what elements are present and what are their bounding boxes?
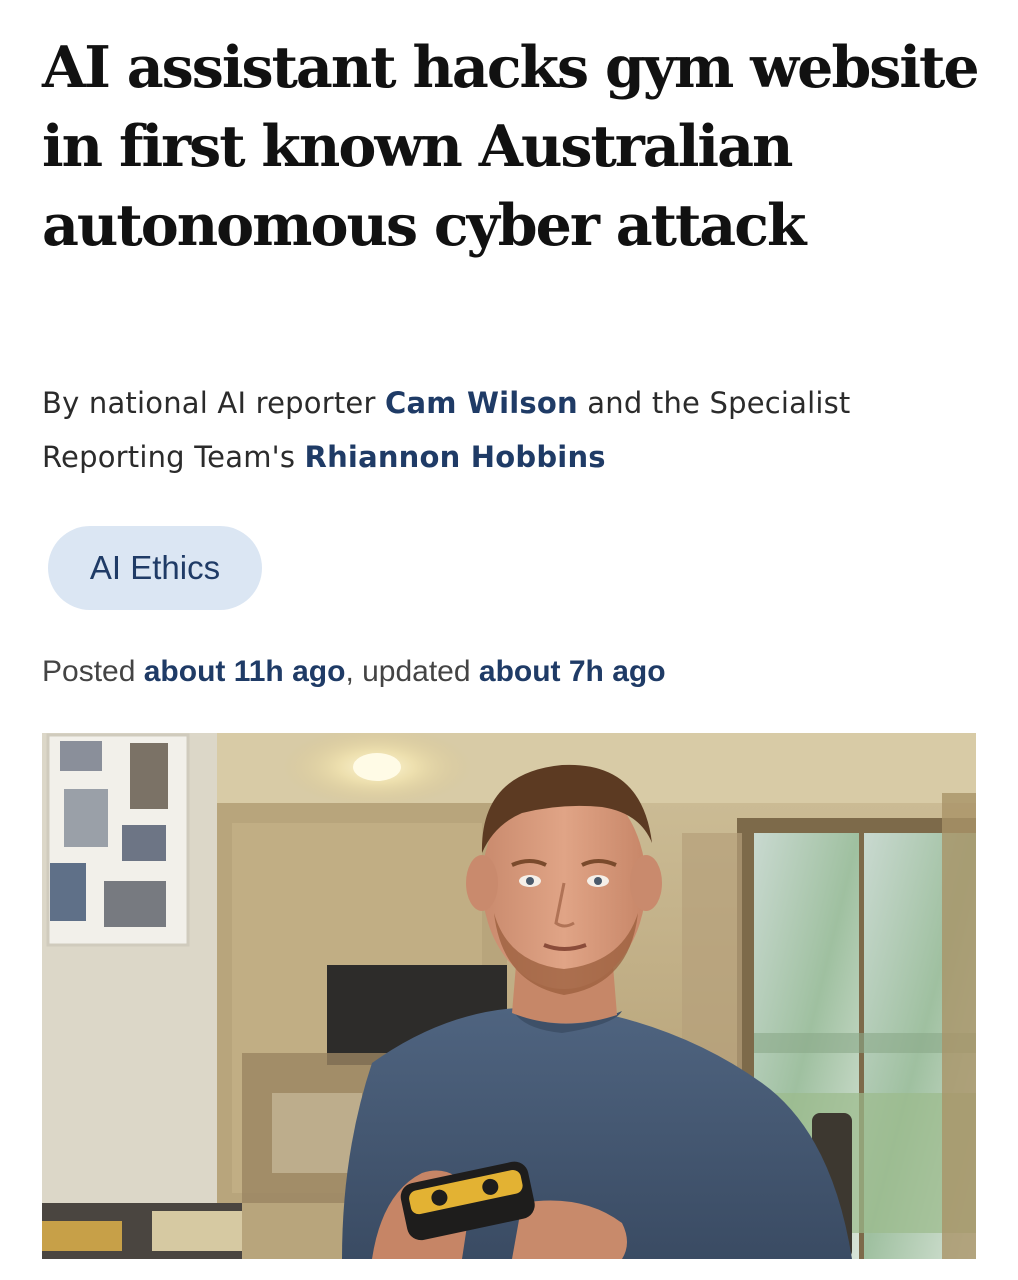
article: AI assistant hacks gym website in first … xyxy=(0,0,1018,1280)
byline-prefix: By national AI reporter xyxy=(42,386,385,420)
author-link-cam-wilson[interactable]: Cam Wilson xyxy=(385,386,578,420)
updated-label: , updated xyxy=(345,655,479,688)
hero-photo-illustration xyxy=(42,733,976,1259)
updated-time: about 7h ago xyxy=(478,655,666,688)
posted-label: Posted xyxy=(42,655,144,688)
byline: By national AI reporter Cam Wilson and t… xyxy=(42,376,982,484)
hero-image[interactable] xyxy=(42,733,976,1259)
timestamp-line: Posted about 11h ago, updated about 7h a… xyxy=(42,650,982,694)
author-link-rhiannon-hobbins[interactable]: Rhiannon Hobbins xyxy=(305,440,606,474)
topic-tag-button[interactable]: AI Ethics xyxy=(48,526,262,610)
posted-time: about 11h ago xyxy=(143,655,346,688)
headline: AI assistant hacks gym website in first … xyxy=(42,34,980,259)
